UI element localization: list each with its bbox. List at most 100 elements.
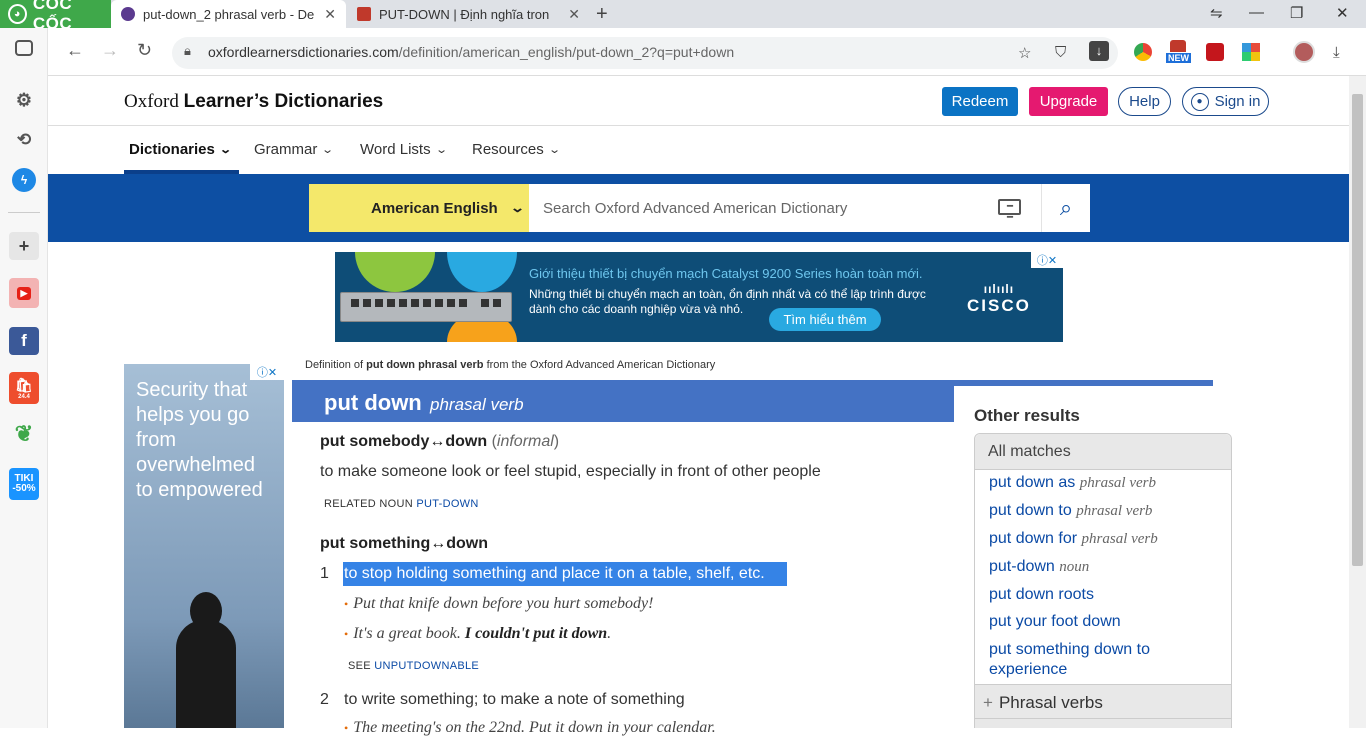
ad-banner[interactable]: Giới thiệu thiết bị chuyển mạch Catalyst… bbox=[335, 252, 1063, 342]
nav-word-lists[interactable]: Word Lists ⌄ bbox=[360, 141, 448, 158]
url-domain: oxfordlearnersdictionaries.com bbox=[208, 44, 399, 60]
coccoc-green-icon[interactable]: ❦ bbox=[12, 421, 36, 446]
sense-number: 1 bbox=[320, 565, 329, 582]
ad-headline: Giới thiệu thiết bị chuyển mạch Catalyst… bbox=[529, 266, 923, 281]
logo-bold: Learner’s Dictionaries bbox=[183, 91, 384, 112]
phrasal-verbs-section[interactable]: + Phrasal verbs bbox=[975, 684, 1231, 718]
browser-brand-logo[interactable]: ◕ CỐC CỐC bbox=[0, 0, 111, 33]
ad-decoration bbox=[355, 252, 435, 292]
youtube-icon[interactable]: ▶ bbox=[9, 278, 39, 308]
tiki-icon[interactable]: TIKI -50% bbox=[9, 468, 39, 500]
settings-gear-icon[interactable]: ⚙ bbox=[12, 88, 36, 112]
help-button[interactable]: Help bbox=[1118, 87, 1171, 116]
result-item[interactable]: put-down noun bbox=[989, 558, 1089, 576]
download-media-icon[interactable]: ↓ bbox=[1089, 41, 1109, 61]
close-window-icon[interactable]: ✕ bbox=[1336, 4, 1349, 22]
result-item[interactable]: put down to phrasal verb bbox=[989, 502, 1152, 520]
lock-icon[interactable]: 🔒︎ bbox=[184, 43, 191, 59]
result-item[interactable]: put your foot down bbox=[989, 613, 1121, 631]
see-link[interactable]: UNPUTDOWNABLE bbox=[374, 660, 479, 672]
url-path: /definition/american_english/put-down_2?… bbox=[398, 44, 735, 60]
shopee-icon[interactable]: 🛍︎ 24.4 bbox=[9, 372, 39, 404]
example: • Put that knife down before you hurt som… bbox=[344, 595, 653, 613]
pattern-text: put somebody↔down bbox=[320, 433, 488, 450]
definition-a: to make someone look or feel stupid, esp… bbox=[320, 463, 821, 480]
messenger-icon[interactable]: ϟ bbox=[12, 168, 36, 192]
source-term: put down phrasal verb bbox=[366, 359, 484, 371]
shield-icon[interactable]: ⛉ bbox=[1055, 44, 1066, 61]
coccoc-logo-icon: ◕ bbox=[8, 4, 27, 24]
new-tab-icon[interactable]: + bbox=[596, 3, 608, 26]
logo-light: Oxford bbox=[124, 91, 179, 112]
search-icon: ⌕ bbox=[1059, 195, 1073, 220]
result-item[interactable]: put down for phrasal verb bbox=[989, 530, 1158, 548]
sign-in-button[interactable]: ● Sign in bbox=[1182, 87, 1269, 116]
extension-new-icon[interactable]: NEW bbox=[1166, 40, 1192, 64]
result-item[interactable]: put something down to experience bbox=[989, 640, 1189, 680]
tab-active[interactable]: put-down_2 phrasal verb - De ✕ bbox=[111, 0, 346, 28]
history-icon[interactable]: ⟲ bbox=[12, 128, 36, 152]
scrollbar-thumb[interactable] bbox=[1352, 94, 1363, 566]
close-tab-icon[interactable]: ✕ bbox=[324, 6, 336, 23]
minimize-icon[interactable]: — bbox=[1249, 4, 1264, 21]
maximize-icon[interactable]: ❐ bbox=[1290, 4, 1303, 22]
tab-search-icon[interactable]: ⇋ bbox=[1210, 4, 1223, 22]
extension-grid-icon[interactable] bbox=[1242, 43, 1260, 61]
result-word: put down for bbox=[989, 530, 1078, 547]
chevron-down-icon: ⌄ bbox=[219, 144, 232, 156]
site-logo[interactable]: Oxford Learner’s Dictionaries bbox=[124, 91, 383, 113]
user-icon: ● bbox=[1190, 92, 1209, 111]
result-item[interactable]: put down as phrasal verb bbox=[989, 474, 1156, 492]
redeem-button[interactable]: Redeem bbox=[942, 87, 1018, 116]
add-app-icon[interactable]: + bbox=[9, 232, 39, 260]
facebook-icon[interactable]: f bbox=[9, 327, 39, 355]
phrasal-verbs-label: Phrasal verbs bbox=[998, 693, 1103, 712]
tab-inactive[interactable]: PUT-DOWN | Định nghĩa tron ✕ bbox=[347, 0, 590, 28]
header-divider bbox=[48, 125, 1349, 126]
close-tab-icon[interactable]: ✕ bbox=[568, 6, 580, 23]
reload-icon[interactable]: ↻ bbox=[137, 40, 152, 61]
nav-resources[interactable]: Resources ⌄ bbox=[472, 141, 561, 158]
bullet-icon: • bbox=[344, 721, 349, 735]
chevron-down-icon: ⌄ bbox=[434, 144, 448, 156]
profile-avatar[interactable] bbox=[1293, 41, 1315, 63]
ad-choices-icon[interactable]: ⓘ✕ bbox=[1031, 252, 1063, 268]
all-matches-header[interactable]: All matches bbox=[975, 434, 1231, 470]
nav-grammar[interactable]: Grammar ⌄ bbox=[254, 141, 334, 158]
extension-red-icon[interactable] bbox=[1206, 43, 1224, 61]
side-ad[interactable]: Security that helps you go from overwhel… bbox=[124, 364, 284, 728]
ad-body: Những thiết bị chuyển mạch an toàn, ổn đ… bbox=[529, 287, 926, 316]
url-text[interactable]: oxfordlearnersdictionaries.com/definitio… bbox=[208, 44, 734, 60]
bookmark-star-icon[interactable]: ☆ bbox=[1018, 44, 1031, 62]
related-noun: RELATED NOUN PUT-DOWN bbox=[324, 498, 479, 510]
nav-dictionaries[interactable]: Dictionaries ⌄ bbox=[129, 141, 232, 158]
search-button[interactable]: ⌕ bbox=[1041, 184, 1090, 232]
sidebar-divider bbox=[8, 212, 40, 213]
result-pos: noun bbox=[1059, 559, 1090, 575]
sense-pattern-b: put something↔down bbox=[320, 535, 488, 552]
forward-icon[interactable]: → bbox=[101, 40, 119, 61]
downloads-icon[interactable]: ⤓ bbox=[1333, 44, 1340, 61]
definition-1: to stop holding something and place it o… bbox=[344, 565, 765, 582]
search-input[interactable]: Search Oxford Advanced American Dictiona… bbox=[529, 184, 1041, 232]
nav-label: Resources bbox=[472, 141, 544, 158]
cisco-logo: ıılıılı CISCO bbox=[967, 282, 1031, 315]
related-link[interactable]: PUT-DOWN bbox=[416, 498, 478, 510]
extension-chrome-icon[interactable] bbox=[1134, 43, 1152, 61]
ad-choices-icon[interactable]: ⓘ✕ bbox=[250, 364, 284, 380]
tab-title: put-down_2 phrasal verb - De bbox=[143, 6, 315, 22]
result-pos: phrasal verb bbox=[1076, 503, 1153, 519]
source-prefix: Definition of bbox=[305, 359, 364, 371]
source-suffix: from the Oxford Advanced American Dictio… bbox=[486, 359, 716, 371]
ad-brand: CISCO bbox=[967, 296, 1031, 315]
back-icon[interactable]: ← bbox=[66, 40, 84, 61]
ad-cta-button[interactable]: Tìm hiểu thêm bbox=[769, 308, 881, 331]
sidebar-toggle-icon[interactable] bbox=[15, 40, 33, 56]
next-section-bar[interactable] bbox=[975, 718, 1231, 728]
keyboard-icon[interactable]: ▪▪▪▪ ▪▪▪▪ bbox=[998, 199, 1021, 221]
upgrade-button[interactable]: Upgrade bbox=[1029, 87, 1108, 116]
shopee-badge: 24.4 bbox=[18, 393, 30, 400]
result-item[interactable]: put down roots bbox=[989, 586, 1094, 604]
label-paren: ) bbox=[553, 433, 560, 450]
dictionary-select[interactable]: American English ⌄ bbox=[309, 184, 529, 232]
